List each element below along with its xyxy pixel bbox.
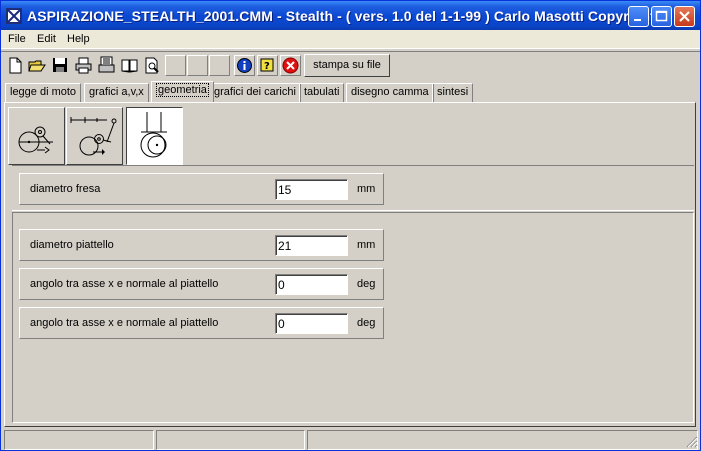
tab-geometria-label: geometria	[156, 83, 209, 97]
title-bar[interactable]: ASPIRAZIONE_STEALTH_2001.CMM - Stealth -…	[1, 1, 700, 30]
maximize-button[interactable]	[651, 6, 672, 27]
angolo-unit-2: deg	[357, 317, 376, 329]
stampa-su-file-button[interactable]: stampa su file	[304, 54, 390, 77]
info-icon[interactable]	[234, 55, 255, 76]
tab-grafici-dei-carichi[interactable]: grafici dei carichi	[209, 83, 301, 102]
application-window: ASPIRAZIONE_STEALTH_2001.CMM - Stealth -…	[0, 0, 701, 451]
angolo-row-2: angolo tra asse x e normale al piattello…	[19, 307, 384, 339]
geometria-panel: diametro fresa mm diametro piattello mm …	[4, 102, 696, 427]
tab-sintesi[interactable]: sintesi	[432, 83, 474, 102]
toolbar-blank-button[interactable]	[165, 55, 186, 76]
menu-help[interactable]: Help	[67, 33, 90, 45]
angolo-label-2: angolo tra asse x e normale al piattello	[30, 317, 219, 329]
angolo-label-1: angolo tra asse x e normale al piattello	[30, 278, 219, 290]
angolo-row-1: angolo tra asse x e normale al piattello…	[19, 268, 384, 300]
tab-legge-di-moto[interactable]: legge di moto	[5, 83, 82, 102]
toolbar-blank-button[interactable]	[187, 55, 208, 76]
close-button[interactable]	[674, 6, 695, 27]
diametro-fresa-row: diametro fresa mm	[19, 173, 384, 205]
help-icon[interactable]: ?	[257, 55, 278, 76]
menu-edit[interactable]: Edit	[37, 33, 56, 45]
angolo-input-1[interactable]	[275, 274, 348, 295]
tab-geometria[interactable]: geometria	[151, 81, 214, 102]
tab-strip: legge di moto grafici a,v,x geometria gr…	[1, 81, 700, 103]
status-panel-2	[156, 430, 305, 450]
roller-follower-button[interactable]	[8, 107, 65, 165]
svg-text:?: ?	[264, 61, 270, 72]
minimize-button[interactable]	[628, 6, 649, 27]
status-panel-1	[4, 430, 154, 450]
tab-tabulati[interactable]: tabulati	[299, 83, 345, 102]
diametro-piattello-row: diametro piattello mm	[19, 229, 384, 261]
book-icon[interactable]	[119, 55, 140, 76]
print-preview-icon[interactable]	[142, 55, 163, 76]
status-bar	[1, 428, 700, 450]
lever-roller-follower-button[interactable]	[66, 107, 123, 165]
printer-setup-icon[interactable]	[96, 55, 117, 76]
app-logo-icon[interactable]	[6, 8, 22, 24]
window-title: ASPIRAZIONE_STEALTH_2001.CMM - Stealth -…	[27, 8, 671, 24]
diametro-piattello-input[interactable]	[275, 235, 348, 256]
status-panel-3	[307, 430, 698, 450]
save-disk-icon[interactable]	[50, 55, 71, 76]
diametro-fresa-input[interactable]	[275, 179, 348, 200]
diametro-piattello-label: diametro piattello	[30, 239, 114, 251]
resize-grip-icon[interactable]	[684, 434, 698, 448]
diametro-fresa-unit: mm	[357, 183, 376, 195]
print-icon[interactable]	[73, 55, 94, 76]
new-file-icon[interactable]	[5, 55, 26, 76]
menu-file[interactable]: File	[8, 33, 26, 45]
angolo-unit-1: deg	[357, 278, 376, 290]
diametro-piattello-unit: mm	[357, 239, 376, 251]
tab-grafici-avx[interactable]: grafici a,v,x	[84, 83, 149, 102]
follower-type-selector	[8, 105, 184, 166]
menu-bar: File Edit Help	[1, 30, 700, 49]
tab-disegno-camma[interactable]: disegno camma	[346, 83, 434, 102]
toolbar-blank-button[interactable]	[209, 55, 230, 76]
stop-icon[interactable]	[280, 55, 301, 76]
flat-follower-button[interactable]	[126, 107, 183, 165]
open-folder-icon[interactable]	[27, 55, 48, 76]
angolo-input-2[interactable]	[275, 313, 348, 334]
diametro-fresa-label: diametro fresa	[30, 183, 101, 195]
